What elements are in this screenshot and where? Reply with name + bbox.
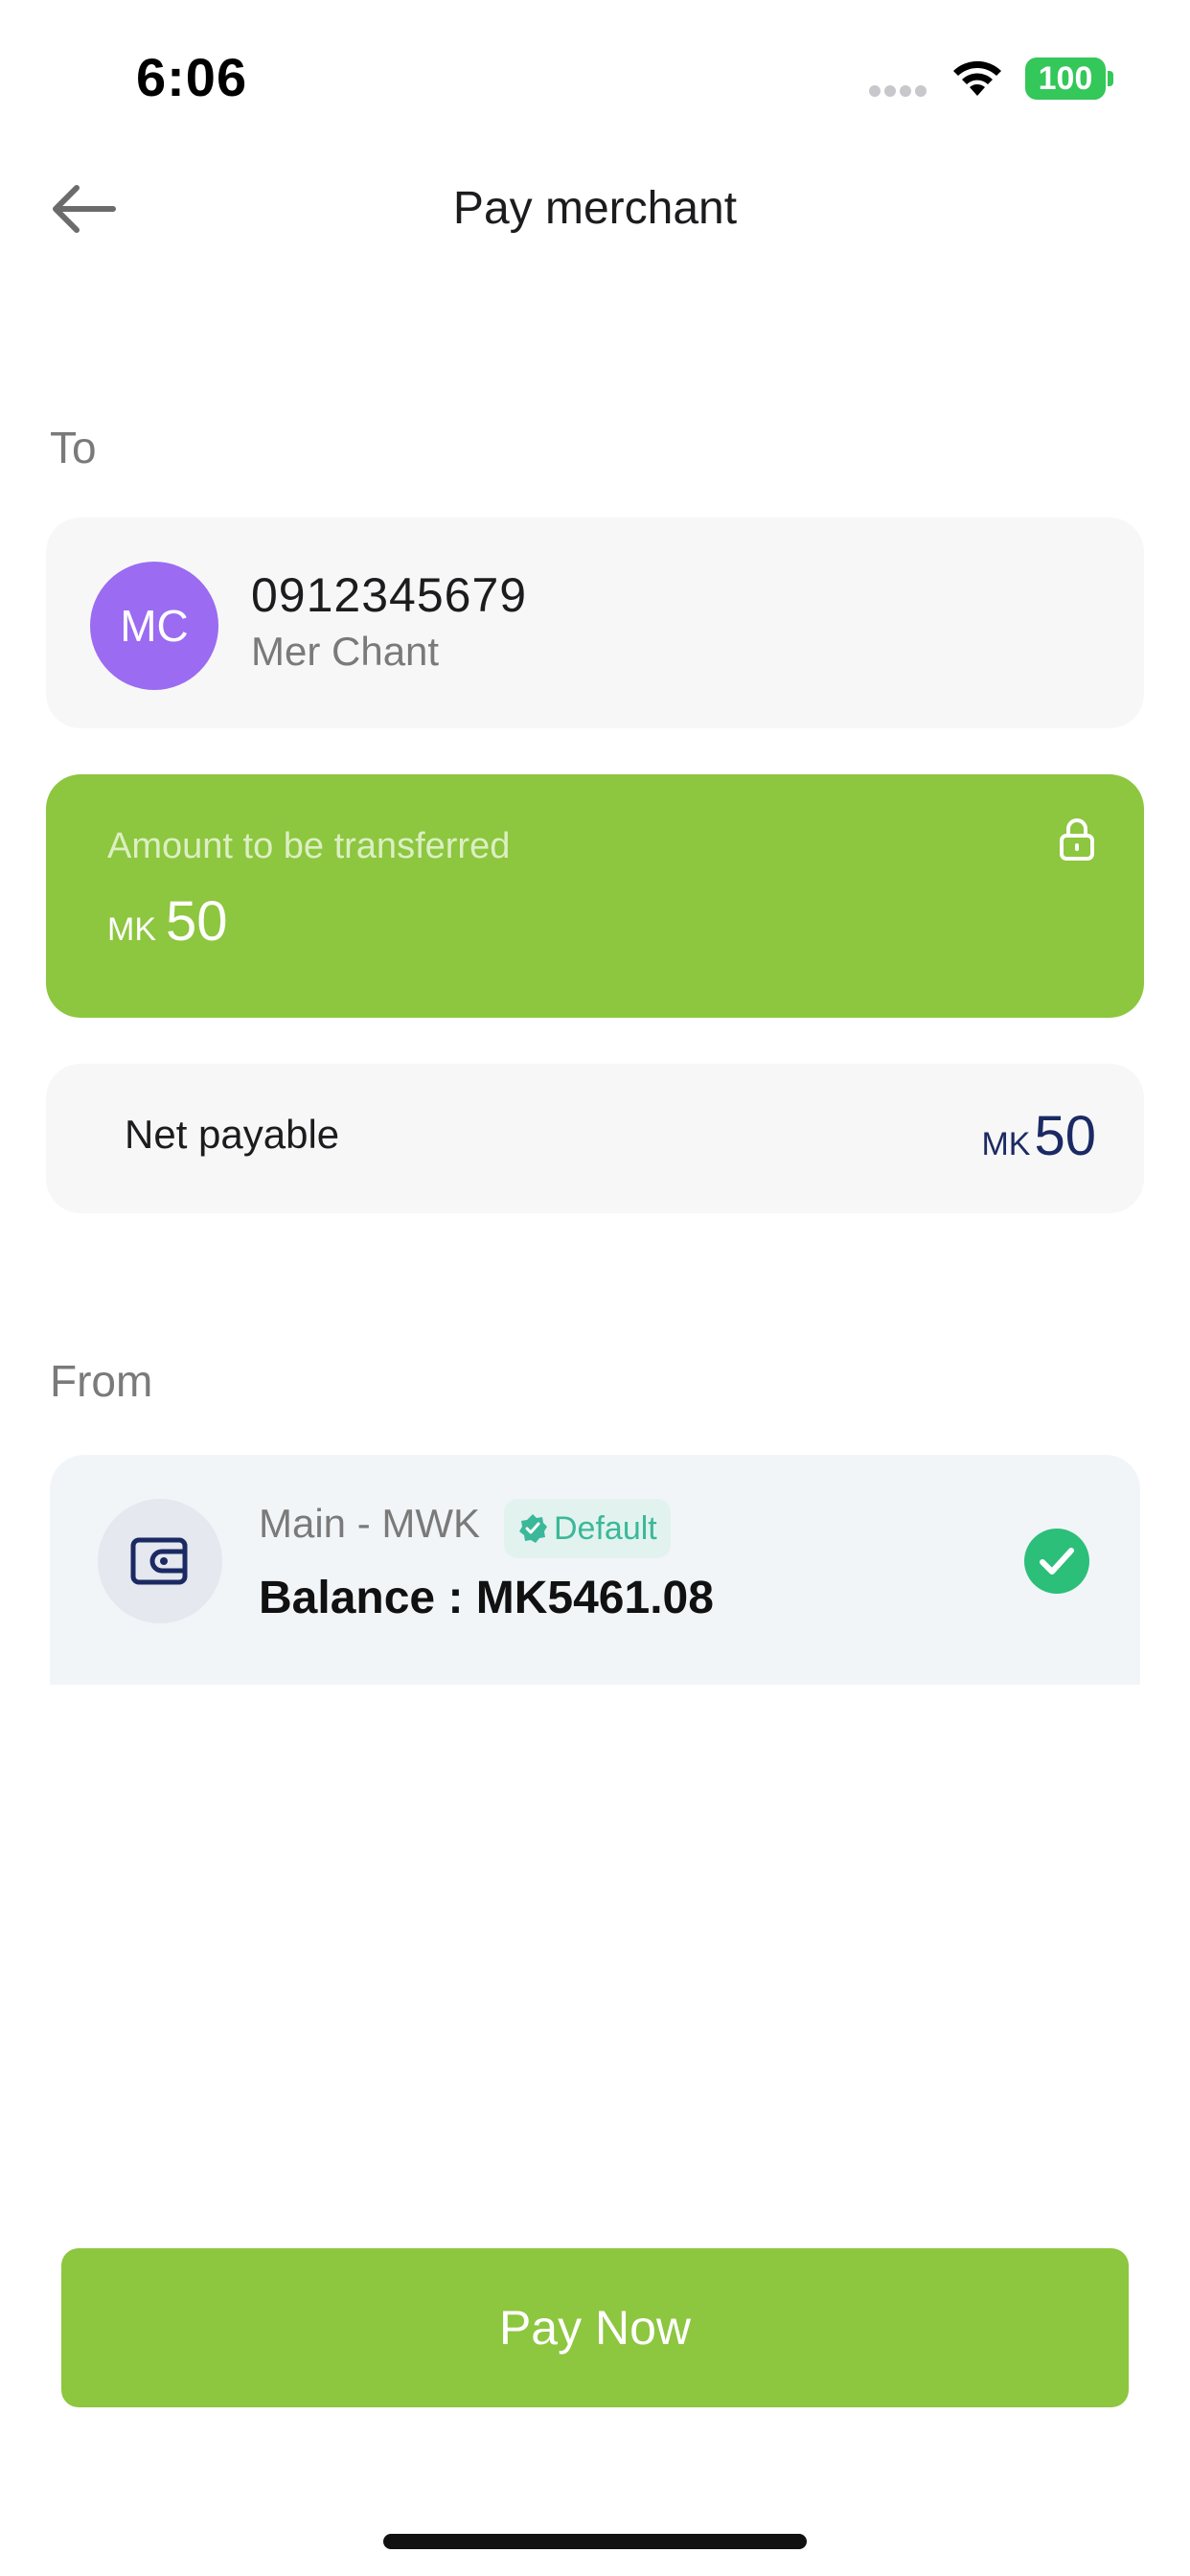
- to-label: To: [50, 423, 97, 472]
- default-badge: Default: [504, 1499, 671, 1558]
- account-balance: Balance : MK5461.08: [259, 1573, 714, 1623]
- net-payable-value: MK 50: [981, 1104, 1096, 1168]
- amount-currency: MK: [107, 911, 156, 948]
- recipient-phone: 0912345679: [251, 568, 528, 622]
- default-badge-label: Default: [554, 1509, 657, 1547]
- battery-level: 100: [1038, 59, 1093, 97]
- lock-icon: [1060, 818, 1094, 861]
- amount-number: 50: [166, 890, 228, 953]
- battery-indicator: 100: [1025, 58, 1106, 100]
- account-name: Main - MWK: [259, 1501, 480, 1546]
- avatar: MC: [90, 562, 218, 690]
- battery-nub: [1108, 71, 1113, 86]
- amount-label: Amount to be transferred: [107, 826, 511, 866]
- verified-badge-icon: [519, 1514, 547, 1543]
- amount-value: MK 50: [107, 889, 228, 954]
- recipient-name: Mer Chant: [251, 629, 440, 674]
- net-payable-currency: MK: [981, 1126, 1031, 1162]
- wallet-icon: [130, 1537, 188, 1585]
- status-time: 6:06: [136, 47, 248, 107]
- check-circle-icon: [1024, 1529, 1089, 1594]
- avatar-initials: MC: [120, 601, 189, 651]
- wifi-icon: [953, 60, 1001, 96]
- cellular-signal-icon: [869, 85, 927, 97]
- net-payable-number: 50: [1034, 1105, 1096, 1167]
- from-label: From: [50, 1356, 153, 1406]
- pay-now-button[interactable]: Pay Now: [61, 2248, 1129, 2407]
- net-payable-label: Net payable: [125, 1112, 340, 1157]
- home-indicator: [383, 2534, 807, 2549]
- page-title: Pay merchant: [452, 183, 738, 234]
- wallet-icon-circle: [98, 1499, 222, 1623]
